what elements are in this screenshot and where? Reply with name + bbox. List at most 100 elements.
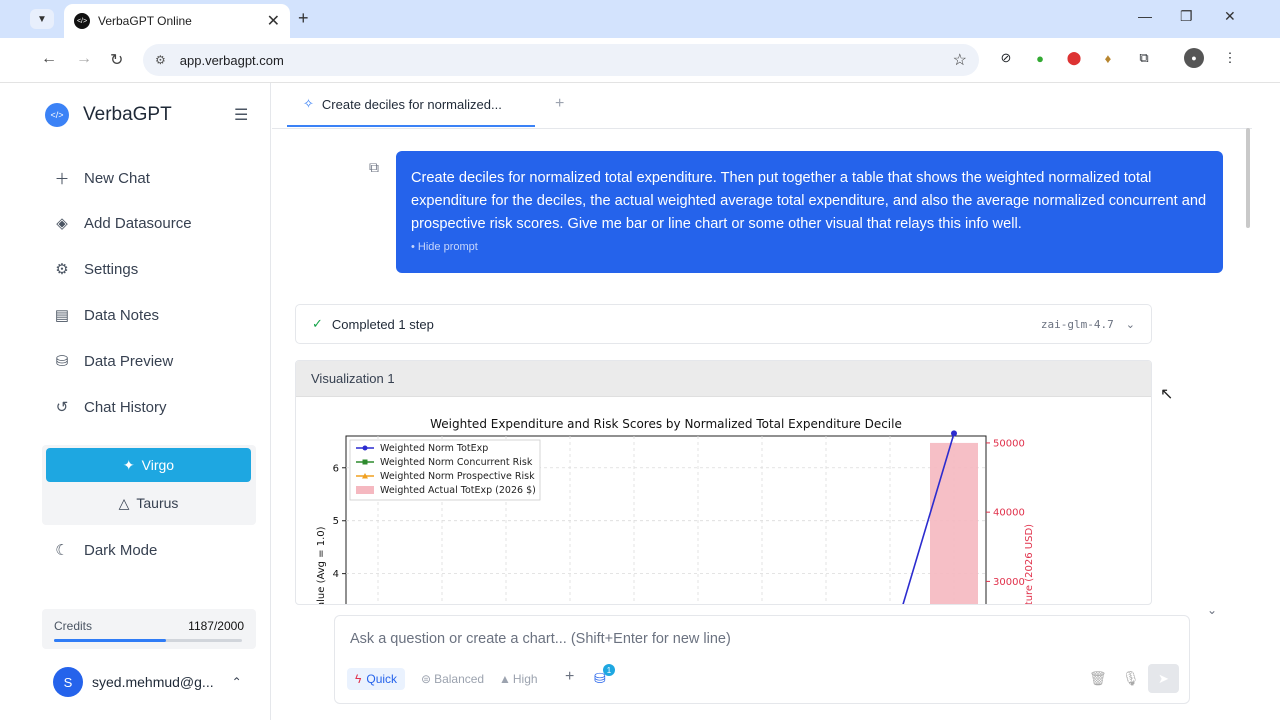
hamburger-menu-icon[interactable]: ☰ <box>234 105 248 125</box>
sidebar-item-settings[interactable]: ⚙ Settings <box>53 260 139 279</box>
moon-icon: ☾ <box>55 542 69 559</box>
browser-tab-strip: ▼ </> VerbaGPT Online ✕ + — ❐ ✕ <box>0 0 1280 38</box>
scroll-down-button[interactable]: ⌄ <box>1198 598 1226 622</box>
lightning-icon: ϟ <box>355 672 362 686</box>
microphone-icon[interactable]: 🎙 <box>1122 670 1140 687</box>
browser-menu-icon[interactable]: ⋮ <box>1220 48 1240 68</box>
chat-input[interactable]: Ask a question or create a chart... (Shi… <box>350 631 731 647</box>
bookmark-star-icon[interactable]: ☆ <box>953 50 967 70</box>
credits-panel: Credits 1187/2000 <box>42 609 256 649</box>
forward-icon[interactable]: → <box>76 50 92 68</box>
mode-high-label: High <box>512 672 538 686</box>
right-tick-label: 50000 <box>993 438 1025 449</box>
code-logo-icon: </> <box>45 103 69 127</box>
browser-toolbar: ← → ↻ ⚙ app.verbagpt.com ☆ ⊘ ● ⬤ ♦ ⧉ ● ⋮ <box>0 38 1280 83</box>
plus-icon: ＋ <box>54 171 70 188</box>
sidebar-item-chat-history[interactable]: ↺ Chat History <box>53 398 167 417</box>
chevron-up-icon: ⌃ <box>231 675 242 689</box>
send-button[interactable]: ➤ <box>1148 664 1179 693</box>
chart-container: Weighted Expenditure and Risk Scores by … <box>296 398 1151 605</box>
layers-icon: ◈ <box>56 215 68 232</box>
steps-summary[interactable]: ✓ Completed 1 step zai-glm-4.7 ⌄ <box>295 304 1152 344</box>
block-extension-icon[interactable]: ⊘ <box>996 48 1016 68</box>
chart-legend: Weighted Norm TotExp Weighted Norm Concu… <box>349 439 541 501</box>
bug-extension-icon[interactable]: ● <box>1030 48 1050 68</box>
gear-icon: ⚙ <box>55 261 69 278</box>
balance-icon: ⊜ <box>421 672 432 686</box>
add-attachment-icon[interactable]: + <box>565 668 574 686</box>
url-text: app.verbagpt.com <box>179 52 284 68</box>
point-norm-totexp <box>951 430 957 437</box>
mode-balanced-label: Balanced <box>434 672 485 686</box>
credits-value: 1187/2000 <box>188 619 244 633</box>
sidebar-item-add-datasource[interactable]: ◈ Add Datasource <box>53 214 192 233</box>
dark-mode-label: Dark Mode <box>84 541 158 559</box>
tab-search-button[interactable]: ▼ <box>30 9 54 29</box>
hide-prompt-label: Hide prompt <box>417 241 478 253</box>
right-tick-label: 40000 <box>993 508 1025 519</box>
database-icon: ⛁ <box>55 353 69 370</box>
sidebar-item-label: Chat History <box>84 398 167 416</box>
credits-label: Credits <box>54 619 93 633</box>
model-selector: ✦ Virgo △ Taurus <box>42 445 256 525</box>
history-icon: ↺ <box>55 399 69 416</box>
mouse-cursor: ↖ <box>1160 386 1174 403</box>
favicon-icon: </> <box>74 13 90 29</box>
mode-balanced-button[interactable]: ⊜ Balanced <box>421 668 484 690</box>
tab-chat[interactable]: ✧ Create deciles for normalized... <box>287 83 535 127</box>
mode-quick-button[interactable]: ϟ Quick <box>347 668 406 690</box>
puzzle-extensions-icon[interactable]: ⧉ <box>1134 48 1154 68</box>
back-icon[interactable]: ← <box>41 50 57 68</box>
sidebar-item-label: New Chat <box>84 170 150 187</box>
credits-progress-bar <box>54 639 242 642</box>
sidebar-item-data-preview[interactable]: ⛁ Data Preview <box>53 352 174 371</box>
right-axis-ticks: 30000 40000 50000 <box>986 438 1025 588</box>
sidebar-item-label: Add Datasource <box>84 214 192 232</box>
legend-entry-2: Weighted Norm Prospective Risk <box>380 471 535 482</box>
sparkle-icon: ✧ <box>303 96 314 111</box>
sparkle-icon: ✦ <box>122 456 135 473</box>
sidebar-item-label: Data Preview <box>84 352 174 370</box>
mode-high-button[interactable]: ▲ High <box>499 668 538 690</box>
close-tab-icon[interactable]: ✕ <box>267 11 280 31</box>
restore-icon[interactable]: ❐ <box>1180 8 1193 25</box>
right-axis-label: iture (2026 USD) <box>1024 524 1035 605</box>
mountain-icon: △ <box>118 494 130 511</box>
shield-extension-icon[interactable]: ⬤ <box>1064 48 1084 68</box>
close-window-icon[interactable]: ✕ <box>1224 8 1236 25</box>
dark-mode-toggle[interactable]: ☾ Dark Mode <box>53 541 158 560</box>
trash-icon[interactable]: 🗑 <box>1089 670 1107 687</box>
left-axis-label: alue (Avg = 1.0) <box>316 526 327 605</box>
new-chat-tab-button[interactable]: + <box>555 95 564 113</box>
check-icon: ✓ <box>312 316 323 331</box>
scrollbar[interactable] <box>1246 128 1250 228</box>
copy-icon[interactable]: ⧉ <box>369 159 379 176</box>
sidebar-item-data-notes[interactable]: ▤ Data Notes <box>53 306 160 325</box>
chat-composer: Ask a question or create a chart... (Shi… <box>334 615 1190 704</box>
datasource-count-badge: 1 <box>603 664 615 676</box>
browser-tab[interactable]: </> VerbaGPT Online ✕ <box>64 4 290 38</box>
visualization-title: Visualization 1 <box>296 361 1151 397</box>
reload-icon[interactable]: ↻ <box>110 50 123 70</box>
minimize-icon[interactable]: — <box>1138 8 1152 24</box>
new-tab-button[interactable]: + <box>298 8 309 29</box>
user-email: syed.mehmud@g... <box>92 674 214 690</box>
left-tick-label: 5 <box>333 516 339 527</box>
sidebar-item-label: Settings <box>84 260 139 278</box>
profile-avatar-icon[interactable]: ● <box>1184 48 1204 68</box>
model-taurus-button[interactable]: △ Taurus <box>46 486 251 520</box>
left-tick-label: 4 <box>333 569 339 580</box>
address-bar[interactable]: ⚙ app.verbagpt.com ☆ <box>143 44 979 76</box>
site-info-icon[interactable]: ⚙ <box>155 53 166 67</box>
steps-label: Completed 1 step <box>331 316 434 332</box>
hide-prompt-link[interactable]: • Hide prompt <box>411 241 1208 253</box>
model-virgo-label: Virgo <box>141 457 175 473</box>
sidebar-item-label: Data Notes <box>84 306 160 324</box>
sidebar-item-new-chat[interactable]: ＋ New Chat <box>53 168 150 189</box>
bar-decile-10-actual-totexp <box>930 442 978 604</box>
user-menu[interactable]: S syed.mehmud@g... ⌃ <box>53 667 242 697</box>
bars-layer <box>930 442 978 604</box>
owl-extension-icon[interactable]: ♦ <box>1098 48 1118 68</box>
legend-marker-concurrent <box>362 459 368 465</box>
model-virgo-button[interactable]: ✦ Virgo <box>46 448 251 482</box>
